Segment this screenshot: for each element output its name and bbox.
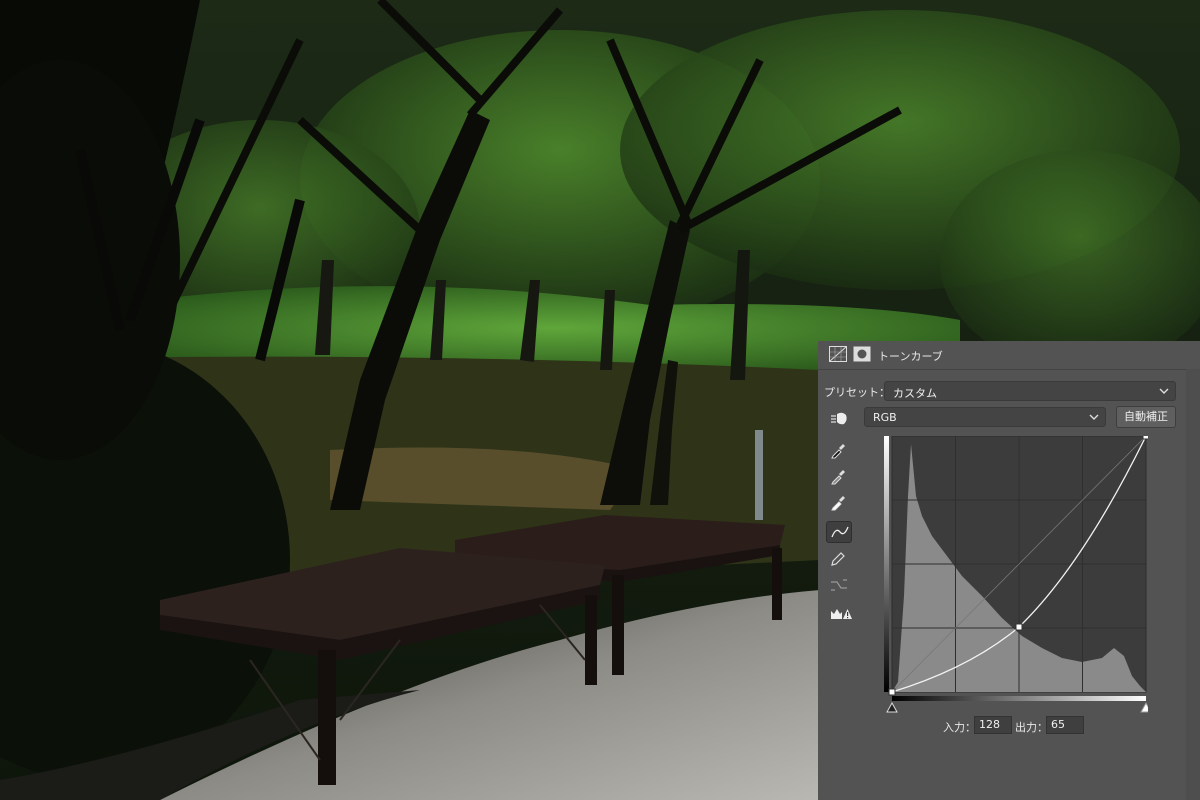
preset-value: カスタム [893, 387, 937, 400]
gray-point-eyedropper-icon[interactable] [826, 466, 852, 488]
layer-mask-icon[interactable] [853, 346, 871, 362]
channel-dropdown[interactable]: RGB [864, 407, 1106, 427]
panel-scrollbar[interactable] [1186, 369, 1200, 800]
panel-title: トーンカーブ [878, 350, 943, 363]
curve-point-selected[interactable] [1015, 623, 1023, 631]
output-field[interactable]: 65 [1046, 716, 1084, 734]
channel-value: RGB [873, 411, 897, 424]
input-label: 入力： [943, 721, 976, 734]
properties-panel: トーンカーブ プリセット： カスタム RGB 自動補正 入力： 128 出力： … [818, 341, 1200, 800]
tone-curve-graph[interactable] [884, 436, 1148, 732]
white-point-slider[interactable] [1140, 701, 1148, 713]
chevron-down-icon [1089, 414, 1099, 420]
panel-header: トーンカーブ [818, 341, 1200, 370]
curve-point-icon[interactable] [826, 521, 852, 543]
white-point-eyedropper-icon[interactable] [826, 492, 852, 514]
pencil-icon[interactable] [826, 548, 852, 570]
chevron-down-icon [1159, 388, 1169, 394]
curve-point-white[interactable] [1142, 436, 1148, 440]
black-point-slider[interactable] [886, 701, 898, 713]
preset-label: プリセット： [824, 386, 890, 399]
smooth-curve-icon[interactable] [826, 574, 852, 596]
preset-dropdown[interactable]: カスタム [884, 381, 1176, 401]
target-adjust-icon[interactable] [828, 408, 850, 428]
curve-point-black[interactable] [888, 688, 896, 696]
auto-button[interactable]: 自動補正 [1116, 406, 1176, 428]
black-point-eyedropper-icon[interactable] [826, 440, 852, 462]
curves-adjustment-icon[interactable] [829, 346, 847, 362]
clipping-warning-icon[interactable] [826, 602, 852, 624]
input-field[interactable]: 128 [974, 716, 1012, 734]
output-label: 出力： [1015, 721, 1048, 734]
